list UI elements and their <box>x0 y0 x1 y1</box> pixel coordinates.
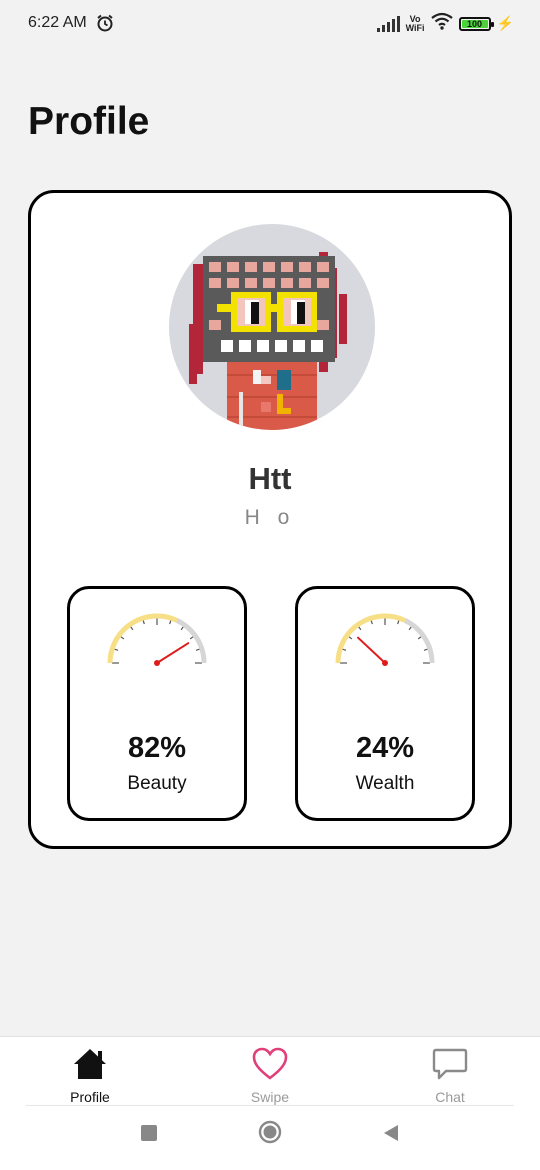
recents-square-icon[interactable] <box>140 1124 158 1147</box>
status-bar: 6:22 AM Vo WiFi 100 ⚡ <box>0 0 540 46</box>
nav-label-swipe: Swipe <box>250 1089 290 1105</box>
gauge-tick <box>195 648 200 651</box>
beauty-label: Beauty <box>127 773 187 794</box>
gauge-tick <box>120 636 125 640</box>
beauty-gauge-card[interactable]: 82% Beauty <box>67 586 247 821</box>
status-icons: Vo WiFi 100 ⚡ <box>376 12 514 35</box>
gauge-tick <box>180 626 184 631</box>
system-nav-bar <box>0 1106 540 1170</box>
wealth-gauge-card[interactable]: 24% Wealth <box>295 586 475 821</box>
nav-label-profile: Profile <box>70 1089 110 1105</box>
gauge-tick <box>169 620 172 625</box>
gauge-tick <box>397 620 400 625</box>
nav-item-swipe[interactable]: Swipe <box>210 1037 330 1107</box>
bottom-nav: Profile Swipe Chat <box>0 1036 540 1107</box>
avatar[interactable] <box>169 224 375 430</box>
gauge-tick <box>423 648 428 651</box>
wealth-gauge <box>335 613 435 666</box>
charging-icon: ⚡ <box>496 15 514 31</box>
nav-item-chat[interactable]: Chat <box>390 1037 510 1107</box>
battery-level: 100 <box>461 19 488 28</box>
gauge-tick <box>358 626 362 631</box>
gauge-tick <box>348 636 353 640</box>
wifi-icon <box>430 12 453 35</box>
gauge-hub <box>382 660 388 666</box>
gauge-hub <box>154 660 160 666</box>
pixel-avatar-image <box>189 252 347 430</box>
vowifi-bottom-label: WiFi <box>405 22 425 33</box>
heart-icon <box>252 1047 288 1080</box>
wealth-label: Wealth <box>355 773 415 794</box>
page-title: Profile <box>28 100 150 143</box>
beauty-percent: 82% <box>127 732 187 764</box>
nav-item-profile[interactable]: Profile <box>30 1037 150 1107</box>
home-circle-icon[interactable] <box>258 1120 282 1149</box>
profile-subname: H o <box>244 506 296 529</box>
gauge-tick <box>142 620 145 625</box>
gauge-tick <box>342 648 347 651</box>
beauty-gauge <box>107 613 207 666</box>
profile-card: Htt H o 82% Beauty 24% Wealth <box>28 190 512 849</box>
gauge-tick <box>408 626 412 631</box>
gauge-tick <box>370 620 373 625</box>
gauge-needle <box>357 636 386 664</box>
nav-label-chat: Chat <box>435 1089 465 1105</box>
status-time: 6:22 AM <box>28 14 87 31</box>
battery-icon: 100 <box>458 16 494 31</box>
wealth-percent: 24% <box>355 732 415 764</box>
home-icon <box>74 1049 106 1079</box>
vowifi-indicator: Vo WiFi <box>405 14 425 33</box>
back-triangle-icon[interactable] <box>382 1124 400 1147</box>
gauge-tick <box>114 648 119 651</box>
gauge-needle <box>156 642 190 664</box>
gauge-tick <box>130 626 134 631</box>
gauge-tick <box>417 636 422 640</box>
gauge-tick <box>189 636 194 640</box>
profile-name: Htt <box>248 461 292 496</box>
alarm-icon <box>95 13 115 38</box>
signal-icon <box>376 15 400 32</box>
chat-bubble-icon <box>432 1048 468 1080</box>
